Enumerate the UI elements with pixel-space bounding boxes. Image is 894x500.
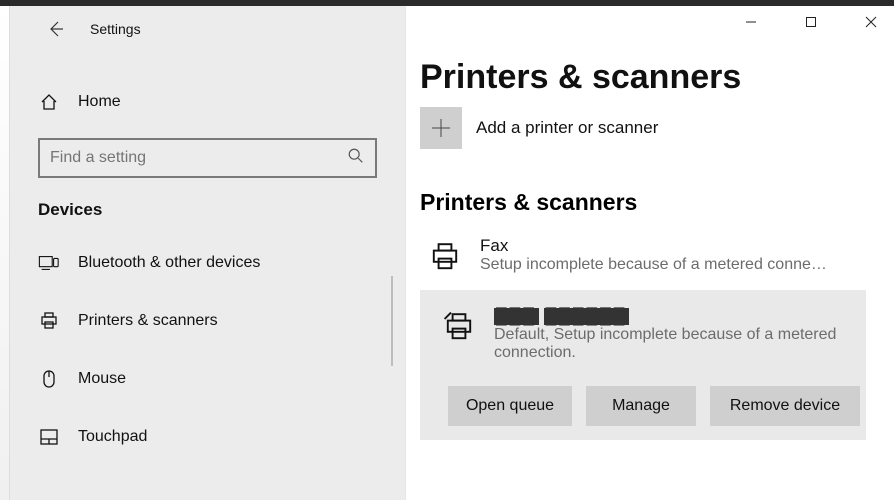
sidebar-item-printers[interactable]: Printers & scanners xyxy=(10,292,405,350)
background-sliver xyxy=(0,6,10,500)
window-title: Settings xyxy=(90,21,141,37)
add-printer-label: Add a printer or scanner xyxy=(476,118,658,138)
add-printer-row[interactable]: Add a printer or scanner xyxy=(420,107,894,149)
list-heading: Printers & scanners xyxy=(420,189,894,216)
home-label: Home xyxy=(78,93,121,111)
sidebar-item-label: Printers & scanners xyxy=(78,312,218,330)
search-icon xyxy=(347,147,365,170)
sidebar-item-bluetooth[interactable]: Bluetooth & other devices xyxy=(10,234,405,292)
device-name: Fax xyxy=(480,236,864,256)
device-name: ███ ██████ xyxy=(494,306,850,326)
sidebar-list: Bluetooth & other devices Printers & sca… xyxy=(10,234,405,466)
sidebar-item-mouse[interactable]: Mouse xyxy=(10,350,405,408)
back-icon[interactable] xyxy=(38,19,74,39)
device-actions: Open queue Manage Remove device xyxy=(448,386,860,426)
minimize-button[interactable] xyxy=(736,10,766,34)
add-icon[interactable] xyxy=(420,107,462,149)
sidebar: Settings Home Devices xyxy=(0,6,406,500)
manage-button[interactable]: Manage xyxy=(586,386,696,426)
home-icon xyxy=(38,92,60,112)
devices-icon xyxy=(38,253,60,273)
sidebar-item-label: Touchpad xyxy=(78,428,147,446)
printer-icon xyxy=(438,306,480,348)
maximize-button[interactable] xyxy=(796,10,826,34)
window-controls xyxy=(736,10,886,34)
touchpad-icon xyxy=(38,428,60,446)
device-selected[interactable]: ███ ██████ Default, Setup incomplete bec… xyxy=(420,290,866,440)
header-row: Settings xyxy=(10,6,405,52)
sidebar-item-label: Mouse xyxy=(78,370,126,388)
device-fax[interactable]: Fax Setup incomplete because of a metere… xyxy=(420,234,894,290)
search-box[interactable] xyxy=(38,138,377,178)
sidebar-item-touchpad[interactable]: Touchpad xyxy=(10,408,405,466)
nav-top: Home xyxy=(10,52,405,124)
settings-window: Settings Home Devices xyxy=(0,6,894,500)
sidebar-item-label: Bluetooth & other devices xyxy=(78,254,260,272)
search-input[interactable] xyxy=(50,149,347,167)
remove-device-button[interactable]: Remove device xyxy=(710,386,860,426)
printer-icon xyxy=(38,311,60,331)
device-status: Setup incomplete because of a metered co… xyxy=(480,256,864,274)
open-queue-button[interactable]: Open queue xyxy=(448,386,572,426)
scrollbar[interactable] xyxy=(391,276,393,366)
mouse-icon xyxy=(38,369,60,389)
printer-icon xyxy=(424,236,466,278)
home-nav[interactable]: Home xyxy=(38,80,377,124)
device-status: Default, Setup incomplete because of a m… xyxy=(494,326,850,362)
close-button[interactable] xyxy=(856,10,886,34)
sidebar-section-header: Devices xyxy=(10,200,405,234)
main-pane: Printers & scanners Add a printer or sca… xyxy=(406,6,894,500)
